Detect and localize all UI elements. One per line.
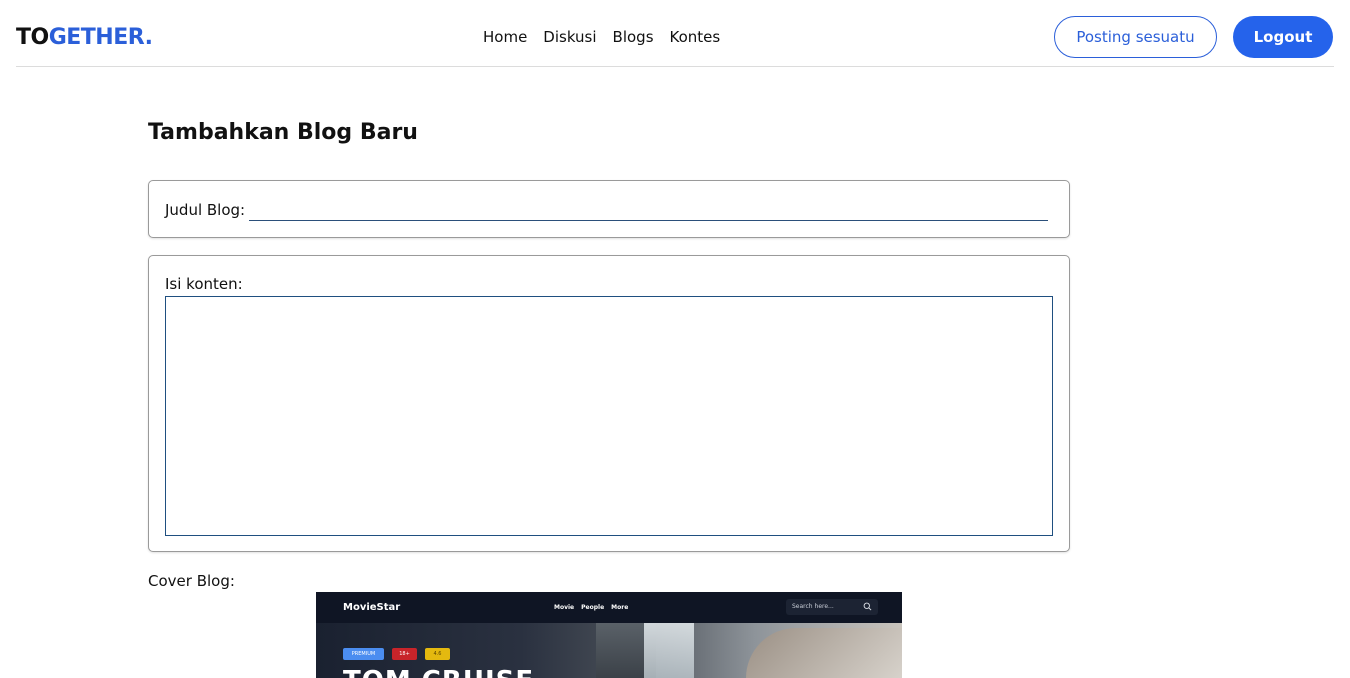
cover-search-placeholder: Search here... — [792, 603, 834, 610]
cover-badge-age: 18+ — [392, 648, 417, 660]
logout-button[interactable]: Logout — [1233, 16, 1333, 58]
brand-logo[interactable]: TOGETHER. — [16, 24, 153, 52]
cover-blog-label: Cover Blog: — [148, 572, 235, 590]
main-nav: Home Diskusi Blogs Kontes — [483, 27, 720, 47]
blog-title-input[interactable] — [249, 199, 1048, 221]
logo-text-blue: GETHER. — [48, 25, 153, 50]
cover-menu-people: People — [581, 604, 605, 611]
cover-badges: PREMIUM 18+ 4.6 — [343, 648, 450, 660]
nav-home[interactable]: Home — [483, 27, 527, 47]
cover-badge-premium: PREMIUM — [343, 648, 384, 660]
top-navbar: TOGETHER. Home Diskusi Blogs Kontes Post… — [16, 0, 1334, 67]
page-title: Tambahkan Blog Baru — [148, 120, 418, 145]
blog-content-textarea[interactable] — [165, 296, 1053, 536]
cover-image-preview[interactable]: MovieStar Movie People More Search here.… — [316, 592, 902, 678]
cover-menu-movie: Movie — [554, 604, 575, 611]
cover-menu: Movie People More — [554, 603, 628, 612]
blog-title-label: Judul Blog: — [165, 201, 246, 219]
blog-content-label: Isi konten: — [165, 275, 243, 293]
logo-text-dark: TO — [16, 25, 49, 50]
cover-search-box: Search here... — [786, 599, 878, 615]
cover-waterfall-shape — [644, 623, 694, 678]
blog-title-card: Judul Blog: — [148, 180, 1070, 238]
cover-navbar: MovieStar Movie People More Search here.… — [316, 592, 902, 623]
post-something-button[interactable]: Posting sesuatu — [1054, 16, 1217, 58]
cover-rock-shape — [746, 628, 902, 678]
nav-diskusi[interactable]: Diskusi — [543, 27, 596, 47]
cover-brand: MovieStar — [343, 602, 401, 613]
blog-content-card: Isi konten: — [148, 255, 1070, 552]
nav-blogs[interactable]: Blogs — [613, 27, 654, 47]
cover-headline: TOM CRUISE — [343, 666, 534, 678]
cover-menu-more: More — [611, 604, 629, 611]
nav-kontes[interactable]: Kontes — [670, 27, 721, 47]
search-icon — [863, 602, 872, 611]
cover-badge-rating: 4.6 — [425, 648, 450, 660]
